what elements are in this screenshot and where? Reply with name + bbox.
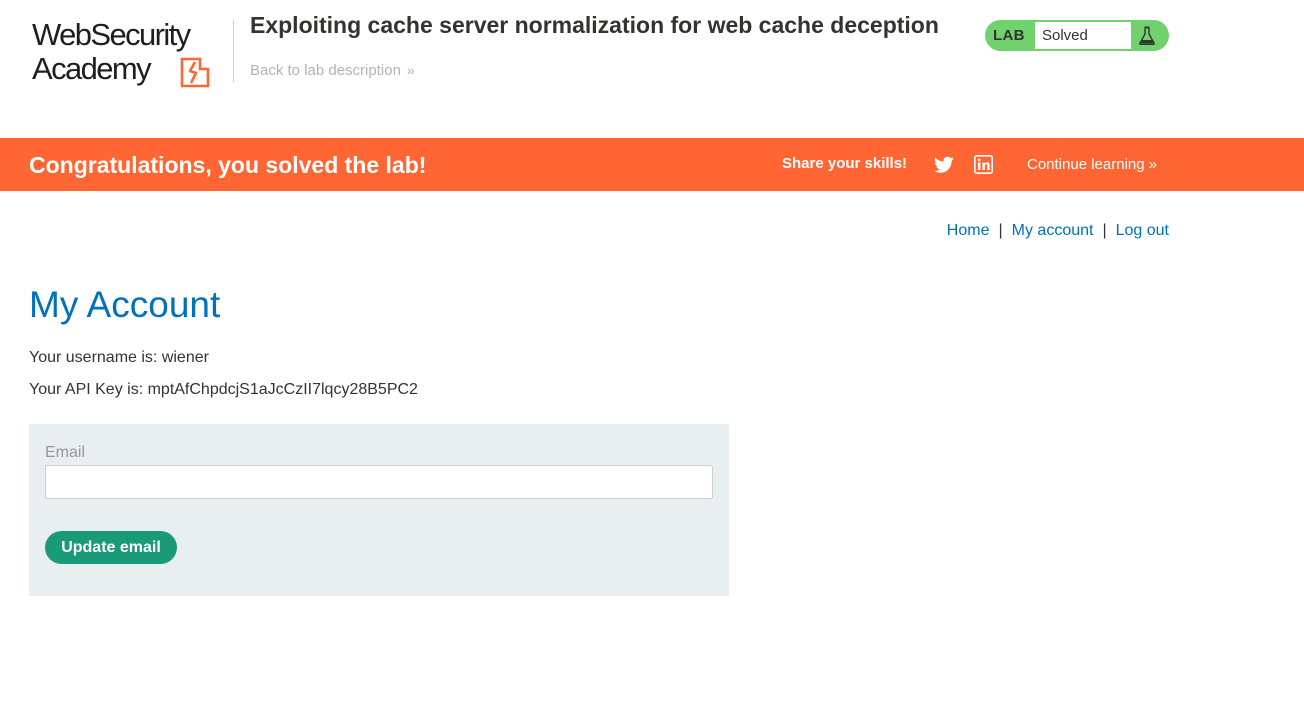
nav-logout-link[interactable]: Log out bbox=[1116, 222, 1169, 239]
account-nav: Home | My account | Log out bbox=[947, 222, 1169, 240]
chevron-double-right-icon: » bbox=[1148, 156, 1157, 173]
update-email-button[interactable]: Update email bbox=[45, 531, 177, 564]
email-label: Email bbox=[45, 444, 86, 461]
api-key-line: Your API Key is: mptAfChpdcjS1aJcCzII7lq… bbox=[29, 381, 418, 398]
solved-banner: Congratulations, you solved the lab! Sha… bbox=[0, 138, 1304, 191]
nav-separator: | bbox=[1102, 222, 1107, 239]
page-title: My Account bbox=[29, 284, 221, 325]
lab-title: Exploiting cache server normalization fo… bbox=[250, 12, 939, 38]
lab-status-text: Solved bbox=[1042, 27, 1088, 44]
nav-my-account-link[interactable]: My account bbox=[1012, 222, 1094, 239]
lab-status-badge: LAB Solved bbox=[985, 20, 1169, 51]
logo-text-line1: WebSecurity bbox=[32, 17, 191, 52]
share-skills-label: Share your skills! bbox=[782, 155, 908, 172]
nav-separator: | bbox=[998, 222, 1003, 239]
logo-mark-icon bbox=[180, 57, 210, 88]
linkedin-icon[interactable] bbox=[974, 155, 993, 174]
nav-home-link[interactable]: Home bbox=[947, 222, 990, 239]
update-email-form: Email Update email bbox=[29, 424, 729, 596]
solved-message: Congratulations, you solved the lab! bbox=[29, 152, 427, 178]
web-security-academy-logo[interactable]: WebSecurity Academy bbox=[30, 18, 230, 90]
lab-header: WebSecurity Academy Exploiting cache ser… bbox=[0, 0, 1304, 138]
continue-learning-link[interactable]: Continue learning» bbox=[1027, 156, 1157, 173]
lab-badge-label: LAB bbox=[993, 27, 1025, 44]
header-divider bbox=[233, 20, 234, 82]
logo-text-line2: Academy bbox=[32, 51, 152, 86]
continue-learning-label: Continue learning bbox=[1027, 156, 1145, 173]
email-field[interactable] bbox=[45, 465, 713, 499]
back-link-label: Back to lab description bbox=[250, 62, 401, 79]
lab-status-box: Solved bbox=[1034, 21, 1132, 50]
twitter-icon[interactable] bbox=[934, 156, 954, 174]
flask-icon bbox=[1139, 26, 1155, 45]
back-to-lab-description-link[interactable]: Back to lab description » bbox=[250, 60, 415, 81]
username-line: Your username is: wiener bbox=[29, 349, 209, 366]
chevron-double-right-icon: » bbox=[406, 62, 415, 78]
